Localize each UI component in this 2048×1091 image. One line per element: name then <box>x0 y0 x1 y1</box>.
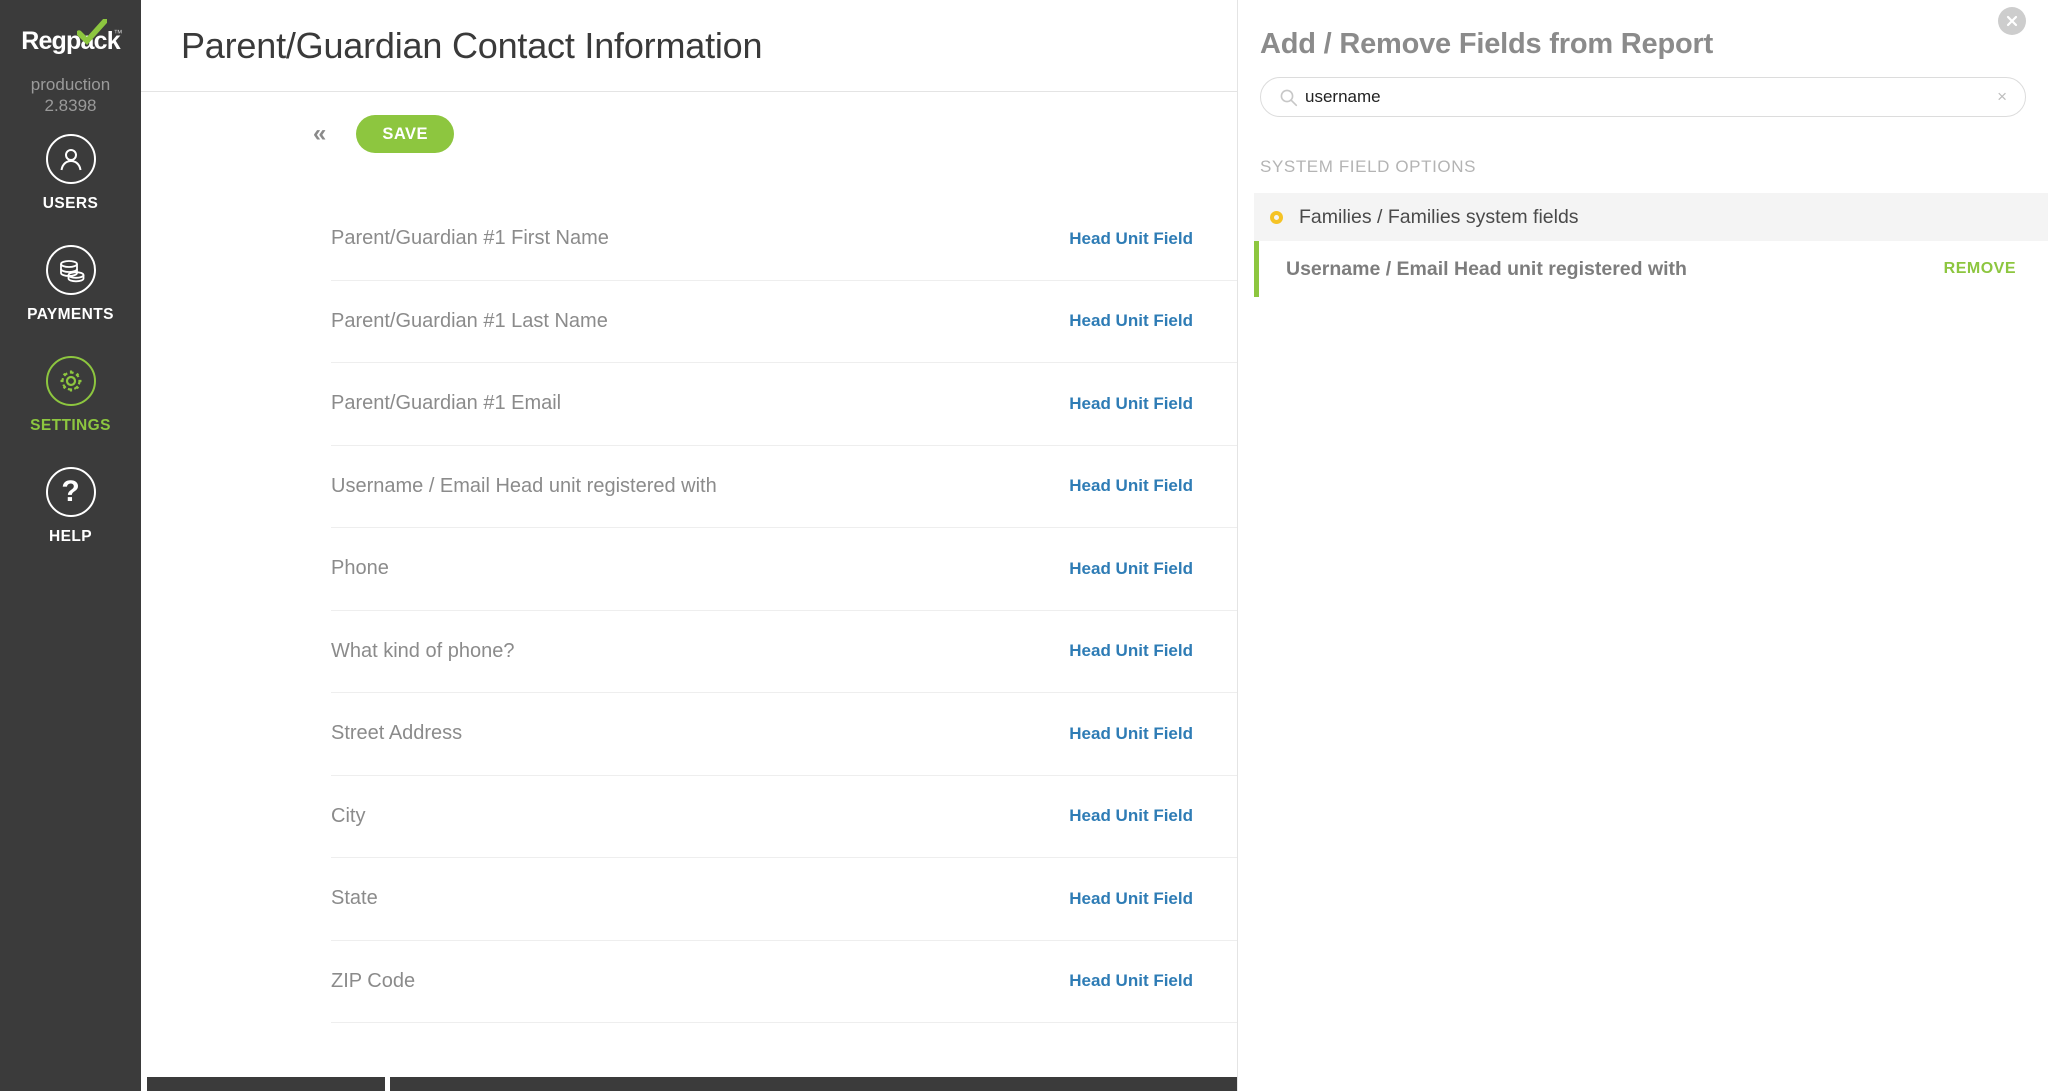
field-label: State <box>331 887 378 910</box>
sidebar-item-label: SETTINGS <box>30 417 111 434</box>
ring-bullet-icon <box>1270 210 1283 224</box>
head-unit-field-link[interactable]: Head Unit Field <box>1069 724 1193 744</box>
field-row[interactable]: Username / Email Head unit registered wi… <box>331 446 1237 528</box>
field-row[interactable]: Parent/Guardian #1 First Name Head Unit … <box>331 198 1237 281</box>
version-number: 2.8398 <box>44 96 97 115</box>
field-row[interactable]: What kind of phone? Head Unit Field <box>331 611 1237 693</box>
sidebar-item-label: PAYMENTS <box>27 306 114 323</box>
sidebar-nav: USERS PAYMENTS SETTINGS ? HELP <box>0 134 141 578</box>
sidebar-item-users[interactable]: USERS <box>0 134 141 213</box>
remove-field-button[interactable]: REMOVE <box>1944 260 2016 278</box>
add-remove-fields-panel: Add / Remove Fields from Report × SYSTEM… <box>1237 0 2048 1091</box>
sidebar-item-settings[interactable]: SETTINGS <box>0 356 141 435</box>
main-content: Parent/Guardian Contact Information « SA… <box>141 0 1237 1091</box>
question-circle-icon: ? <box>45 467 96 517</box>
user-circle-icon <box>45 134 96 184</box>
field-label: Parent/Guardian #1 Last Name <box>331 309 608 332</box>
logo-text: Regpack <box>21 27 120 55</box>
field-label: Parent/Guardian #1 Email <box>331 392 562 415</box>
head-unit-field-link[interactable]: Head Unit Field <box>1069 476 1193 496</box>
page-title: Parent/Guardian Contact Information <box>181 24 763 66</box>
field-group-families[interactable]: Families / Families system fields <box>1254 193 2048 241</box>
app-screen: Regpack ™ production 2.8398 USERS PAYMEN… <box>0 0 2048 1091</box>
field-label: Username / Email Head unit registered wi… <box>331 474 717 497</box>
sidebar-item-help[interactable]: ? HELP <box>0 467 141 546</box>
field-label: Street Address <box>331 722 463 745</box>
sidebar-item-payments[interactable]: PAYMENTS <box>0 245 141 324</box>
panel-title: Add / Remove Fields from Report <box>1260 28 1714 60</box>
head-unit-field-link[interactable]: Head Unit Field <box>1069 641 1193 661</box>
field-label: Phone <box>331 557 389 580</box>
save-button[interactable]: SAVE <box>356 115 455 153</box>
search-input[interactable] <box>1305 87 1988 107</box>
sidebar: Regpack ™ production 2.8398 USERS PAYMEN… <box>0 0 141 1091</box>
footer-bar <box>141 1077 1237 1091</box>
head-unit-field-link[interactable]: Head Unit Field <box>1069 394 1193 414</box>
field-row[interactable]: Parent/Guardian #1 Last Name Head Unit F… <box>331 281 1237 363</box>
field-label: City <box>331 804 366 827</box>
section-label: SYSTEM FIELD OPTIONS <box>1260 157 1477 176</box>
clear-search-icon[interactable]: × <box>1987 87 2007 107</box>
field-row[interactable]: State Head Unit Field <box>331 858 1237 941</box>
footer-segment-left <box>147 1077 385 1091</box>
head-unit-field-link[interactable]: Head Unit Field <box>1069 971 1193 991</box>
sidebar-item-label: HELP <box>49 528 92 545</box>
close-icon[interactable] <box>1998 7 2026 35</box>
search-icon <box>1279 88 1298 112</box>
toolbar: « SAVE <box>141 92 1237 176</box>
version-info: production 2.8398 <box>31 74 110 116</box>
head-unit-field-link[interactable]: Head Unit Field <box>1069 229 1193 249</box>
field-row[interactable]: Phone Head Unit Field <box>331 528 1237 611</box>
field-label: ZIP Code <box>331 969 416 992</box>
field-row[interactable]: Street Address Head Unit Field <box>331 693 1237 776</box>
field-result-label: Username / Email Head unit registered wi… <box>1286 257 1687 280</box>
field-row[interactable]: ZIP Code Head Unit Field <box>331 941 1237 1023</box>
fields-list: Parent/Guardian #1 First Name Head Unit … <box>141 198 1237 1023</box>
coins-circle-icon <box>45 245 96 295</box>
field-row[interactable]: Parent/Guardian #1 Email Head Unit Field <box>331 363 1237 446</box>
gear-circle-icon <box>45 356 96 406</box>
field-row[interactable]: City Head Unit Field <box>331 776 1237 858</box>
search-field[interactable]: × <box>1260 77 2026 117</box>
collapse-panel-button[interactable]: « <box>313 122 326 146</box>
field-label: Parent/Guardian #1 First Name <box>331 227 609 250</box>
field-result-row[interactable]: Username / Email Head unit registered wi… <box>1254 241 2048 297</box>
footer-segment-right <box>390 1077 1237 1091</box>
sidebar-item-label: USERS <box>42 195 99 212</box>
trademark-symbol: ™ <box>113 28 123 38</box>
field-group-label: Families / Families system fields <box>1299 205 1579 228</box>
head-unit-field-link[interactable]: Head Unit Field <box>1069 311 1193 331</box>
head-unit-field-link[interactable]: Head Unit Field <box>1069 559 1193 579</box>
checkmark-icon <box>76 19 107 45</box>
main-header: Parent/Guardian Contact Information <box>141 0 1237 92</box>
head-unit-field-link[interactable]: Head Unit Field <box>1069 889 1193 909</box>
head-unit-field-link[interactable]: Head Unit Field <box>1069 806 1193 826</box>
field-label: What kind of phone? <box>331 639 515 662</box>
question-mark-glyph: ? <box>61 475 80 508</box>
version-env: production <box>30 75 111 94</box>
regpack-logo: Regpack ™ <box>19 19 123 58</box>
